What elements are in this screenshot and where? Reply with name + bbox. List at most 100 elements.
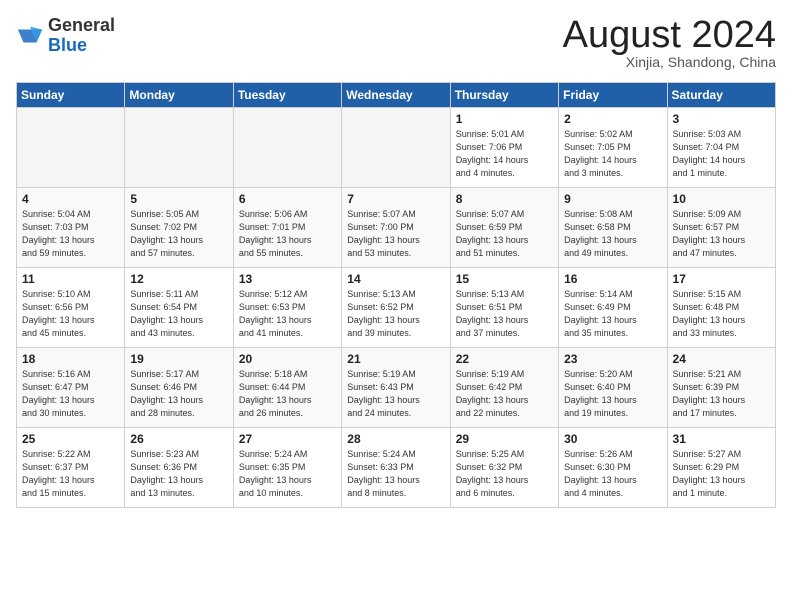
- day-number: 15: [456, 272, 553, 286]
- calendar-cell: [125, 108, 233, 188]
- day-number: 7: [347, 192, 444, 206]
- calendar-cell: 4 Sunrise: 5:04 AM Sunset: 7:03 PM Daylig…: [17, 188, 125, 268]
- calendar-cell: 26Sunrise: 5:23 AM Sunset: 6:36 PM Dayli…: [125, 428, 233, 508]
- calendar-cell: 31Sunrise: 5:27 AM Sunset: 6:29 PM Dayli…: [667, 428, 775, 508]
- weekday-header-row: SundayMondayTuesdayWednesdayThursdayFrid…: [17, 83, 776, 108]
- day-info: Sunrise: 5:03 AM Sunset: 7:04 PM Dayligh…: [673, 128, 770, 180]
- logo-text: General Blue: [48, 16, 115, 56]
- day-number: 13: [239, 272, 336, 286]
- calendar-cell: 7 Sunrise: 5:07 AM Sunset: 7:00 PM Daylig…: [342, 188, 450, 268]
- day-number: 12: [130, 272, 227, 286]
- day-info: Sunrise: 5:18 AM Sunset: 6:44 PM Dayligh…: [239, 368, 336, 420]
- day-number: 8: [456, 192, 553, 206]
- calendar-cell: 9Sunrise: 5:08 AM Sunset: 6:58 PM Daylig…: [559, 188, 667, 268]
- calendar-cell: 2 Sunrise: 5:02 AM Sunset: 7:05 PM Daylig…: [559, 108, 667, 188]
- day-info: Sunrise: 5:19 AM Sunset: 6:42 PM Dayligh…: [456, 368, 553, 420]
- day-number: 17: [673, 272, 770, 286]
- calendar-cell: [233, 108, 341, 188]
- day-info: Sunrise: 5:07 AM Sunset: 6:59 PM Dayligh…: [456, 208, 553, 260]
- weekday-header-friday: Friday: [559, 83, 667, 108]
- calendar-cell: 11 Sunrise: 5:10 AM Sunset: 6:56 PM Dayli…: [17, 268, 125, 348]
- page-header: General Blue August 2024 Xinjia, Shandon…: [16, 16, 776, 70]
- weekday-header-sunday: Sunday: [17, 83, 125, 108]
- day-info: Sunrise: 5:22 AM Sunset: 6:37 PM Dayligh…: [22, 448, 119, 500]
- day-info: Sunrise: 5:02 AM Sunset: 7:05 PM Dayligh…: [564, 128, 661, 180]
- logo: General Blue: [16, 16, 115, 56]
- day-number: 30: [564, 432, 661, 446]
- calendar-cell: 17Sunrise: 5:15 AM Sunset: 6:48 PM Dayli…: [667, 268, 775, 348]
- weekday-header-tuesday: Tuesday: [233, 83, 341, 108]
- calendar-cell: 5Sunrise: 5:05 AM Sunset: 7:02 PM Daylig…: [125, 188, 233, 268]
- day-number: 10: [673, 192, 770, 206]
- calendar-cell: 3 Sunrise: 5:03 AM Sunset: 7:04 PM Daylig…: [667, 108, 775, 188]
- day-info: Sunrise: 5:25 AM Sunset: 6:32 PM Dayligh…: [456, 448, 553, 500]
- day-info: Sunrise: 5:19 AM Sunset: 6:43 PM Dayligh…: [347, 368, 444, 420]
- weekday-header-wednesday: Wednesday: [342, 83, 450, 108]
- day-number: 2: [564, 112, 661, 126]
- day-info: Sunrise: 5:17 AM Sunset: 6:46 PM Dayligh…: [130, 368, 227, 420]
- calendar-cell: 15 Sunrise: 5:13 AM Sunset: 6:51 PM Dayli…: [450, 268, 558, 348]
- day-info: Sunrise: 5:13 AM Sunset: 6:52 PM Dayligh…: [347, 288, 444, 340]
- day-number: 31: [673, 432, 770, 446]
- day-info: Sunrise: 5:07 AM Sunset: 7:00 PM Dayligh…: [347, 208, 444, 260]
- day-number: 19: [130, 352, 227, 366]
- day-info: Sunrise: 5:24 AM Sunset: 6:35 PM Dayligh…: [239, 448, 336, 500]
- day-number: 1: [456, 112, 553, 126]
- calendar-cell: 13 Sunrise: 5:12 AM Sunset: 6:53 PM Dayli…: [233, 268, 341, 348]
- day-number: 16: [564, 272, 661, 286]
- logo-icon: [16, 22, 44, 50]
- calendar-cell: 30Sunrise: 5:26 AM Sunset: 6:30 PM Dayli…: [559, 428, 667, 508]
- calendar-table: SundayMondayTuesdayWednesdayThursdayFrid…: [16, 82, 776, 508]
- calendar-cell: 19 Sunrise: 5:17 AM Sunset: 6:46 PM Dayli…: [125, 348, 233, 428]
- logo-blue-text: Blue: [48, 36, 115, 56]
- calendar-cell: 8 Sunrise: 5:07 AM Sunset: 6:59 PM Daylig…: [450, 188, 558, 268]
- day-number: 27: [239, 432, 336, 446]
- day-number: 4: [22, 192, 119, 206]
- calendar-cell: 28Sunrise: 5:24 AM Sunset: 6:33 PM Dayli…: [342, 428, 450, 508]
- calendar-cell: [342, 108, 450, 188]
- day-number: 14: [347, 272, 444, 286]
- day-info: Sunrise: 5:20 AM Sunset: 6:40 PM Dayligh…: [564, 368, 661, 420]
- day-info: Sunrise: 5:12 AM Sunset: 6:53 PM Dayligh…: [239, 288, 336, 340]
- day-info: Sunrise: 5:13 AM Sunset: 6:51 PM Dayligh…: [456, 288, 553, 340]
- day-info: Sunrise: 5:14 AM Sunset: 6:49 PM Dayligh…: [564, 288, 661, 340]
- day-number: 28: [347, 432, 444, 446]
- day-number: 11: [22, 272, 119, 286]
- calendar-week-2: 4 Sunrise: 5:04 AM Sunset: 7:03 PM Daylig…: [17, 188, 776, 268]
- day-info: Sunrise: 5:04 AM Sunset: 7:03 PM Dayligh…: [22, 208, 119, 260]
- day-number: 23: [564, 352, 661, 366]
- calendar-cell: 6Sunrise: 5:06 AM Sunset: 7:01 PM Daylig…: [233, 188, 341, 268]
- day-number: 25: [22, 432, 119, 446]
- day-number: 22: [456, 352, 553, 366]
- day-info: Sunrise: 5:09 AM Sunset: 6:57 PM Dayligh…: [673, 208, 770, 260]
- day-number: 6: [239, 192, 336, 206]
- calendar-cell: 29 Sunrise: 5:25 AM Sunset: 6:32 PM Dayli…: [450, 428, 558, 508]
- calendar-cell: [17, 108, 125, 188]
- location-text: Xinjia, Shandong, China: [563, 54, 776, 70]
- logo-general-text: General: [48, 16, 115, 36]
- calendar-cell: 21 Sunrise: 5:19 AM Sunset: 6:43 PM Dayli…: [342, 348, 450, 428]
- title-block: August 2024 Xinjia, Shandong, China: [563, 16, 776, 70]
- calendar-cell: 14 Sunrise: 5:13 AM Sunset: 6:52 PM Dayli…: [342, 268, 450, 348]
- calendar-week-5: 25 Sunrise: 5:22 AM Sunset: 6:37 PM Dayli…: [17, 428, 776, 508]
- weekday-header-monday: Monday: [125, 83, 233, 108]
- calendar-cell: 27 Sunrise: 5:24 AM Sunset: 6:35 PM Dayli…: [233, 428, 341, 508]
- day-info: Sunrise: 5:11 AM Sunset: 6:54 PM Dayligh…: [130, 288, 227, 340]
- day-info: Sunrise: 5:01 AM Sunset: 7:06 PM Dayligh…: [456, 128, 553, 180]
- calendar-week-4: 18Sunrise: 5:16 AM Sunset: 6:47 PM Dayli…: [17, 348, 776, 428]
- day-number: 3: [673, 112, 770, 126]
- calendar-cell: 12 Sunrise: 5:11 AM Sunset: 6:54 PM Dayli…: [125, 268, 233, 348]
- calendar-cell: 24Sunrise: 5:21 AM Sunset: 6:39 PM Dayli…: [667, 348, 775, 428]
- day-info: Sunrise: 5:10 AM Sunset: 6:56 PM Dayligh…: [22, 288, 119, 340]
- weekday-header-thursday: Thursday: [450, 83, 558, 108]
- calendar-cell: 1 Sunrise: 5:01 AM Sunset: 7:06 PM Daylig…: [450, 108, 558, 188]
- calendar-cell: 10 Sunrise: 5:09 AM Sunset: 6:57 PM Dayli…: [667, 188, 775, 268]
- calendar-cell: 20Sunrise: 5:18 AM Sunset: 6:44 PM Dayli…: [233, 348, 341, 428]
- day-number: 21: [347, 352, 444, 366]
- month-title: August 2024: [563, 16, 776, 54]
- day-number: 29: [456, 432, 553, 446]
- day-number: 5: [130, 192, 227, 206]
- calendar-cell: 23 Sunrise: 5:20 AM Sunset: 6:40 PM Dayli…: [559, 348, 667, 428]
- day-info: Sunrise: 5:08 AM Sunset: 6:58 PM Dayligh…: [564, 208, 661, 260]
- calendar-week-3: 11 Sunrise: 5:10 AM Sunset: 6:56 PM Dayli…: [17, 268, 776, 348]
